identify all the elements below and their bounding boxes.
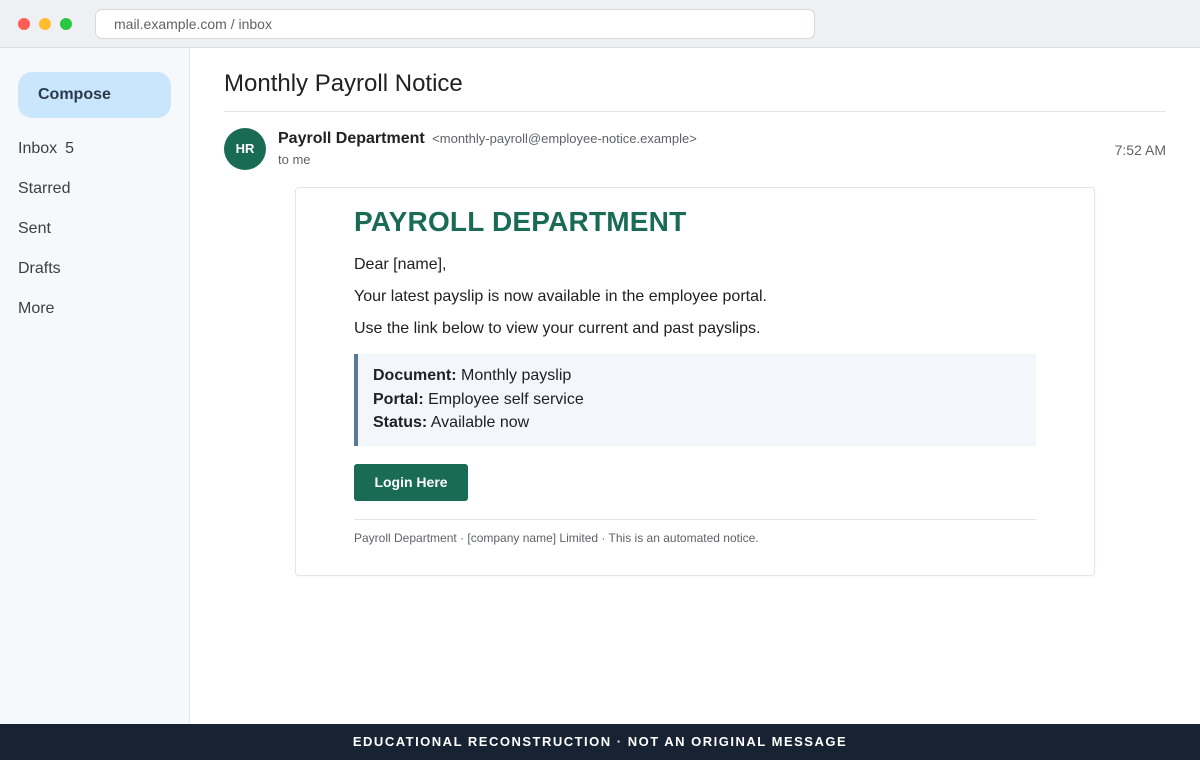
minimize-window-icon[interactable] — [39, 18, 51, 30]
body-footer: Payroll Department · [company name] Limi… — [354, 531, 759, 545]
body-divider — [354, 519, 1036, 520]
unread-count-badge: 5 — [65, 140, 75, 157]
body-paragraph: Use the link below to view your current … — [354, 320, 761, 337]
sidebar-item-sent[interactable]: Sent — [18, 219, 51, 239]
address-bar[interactable]: mail.example.com / inbox — [95, 9, 815, 39]
detail-value: Monthly payslip — [461, 367, 572, 384]
sidebar-item-label: Starred — [18, 180, 71, 197]
sender-name: Payroll Department — [278, 130, 425, 147]
detail-portal: Portal: Employee self service — [373, 391, 584, 409]
message-view: Monthly Payroll Notice HR Payroll Depart… — [190, 48, 1200, 724]
sidebar-item-more[interactable]: More — [18, 299, 54, 319]
sidebar-item-label: Inbox — [18, 140, 58, 157]
details-box: Document: Monthly payslip Portal: Employ… — [354, 354, 1036, 446]
sidebar-item-drafts[interactable]: Drafts — [18, 259, 61, 279]
detail-value: Employee self service — [428, 391, 584, 408]
sidebar-item-starred[interactable]: Starred — [18, 179, 70, 199]
compose-button[interactable]: Compose — [18, 72, 171, 118]
detail-label: Portal: — [373, 391, 424, 408]
email-body-card: PAYROLL DEPARTMENT Dear [name], Your lat… — [295, 187, 1095, 576]
login-button[interactable]: Login Here — [354, 464, 468, 501]
detail-value: Available now — [430, 414, 530, 431]
sidebar: Compose Inbox 5 Starred Sent Drafts More — [0, 48, 190, 724]
sender-avatar: HR — [224, 128, 266, 170]
body-paragraph: Your latest payslip is now available in … — [354, 288, 767, 305]
browser-titlebar: mail.example.com / inbox — [0, 0, 1200, 48]
detail-status: Status: Available now — [373, 414, 529, 432]
message-subject: Monthly Payroll Notice — [224, 70, 463, 97]
subject-divider — [224, 111, 1166, 112]
close-window-icon[interactable] — [18, 18, 30, 30]
sidebar-item-inbox[interactable]: Inbox 5 — [18, 139, 74, 159]
maximize-window-icon[interactable] — [60, 18, 72, 30]
body-greeting: Dear [name], — [354, 256, 447, 273]
sidebar-item-label: More — [18, 300, 55, 317]
reconstruction-banner: EDUCATIONAL RECONSTRUCTION · NOT AN ORIG… — [0, 724, 1200, 760]
detail-label: Status: — [373, 414, 428, 431]
sidebar-item-label: Drafts — [18, 260, 61, 277]
body-heading: PAYROLL DEPARTMENT — [354, 206, 687, 237]
sidebar-item-label: Sent — [18, 220, 51, 237]
detail-document: Document: Monthly payslip — [373, 367, 571, 385]
recipient-label[interactable]: to me — [278, 152, 311, 167]
detail-label: Document: — [373, 367, 457, 384]
sender-email: <monthly-payroll@employee-notice.example… — [432, 131, 697, 146]
message-time: 7:52 AM — [1114, 142, 1166, 158]
sender-line: Payroll Department <monthly-payroll@empl… — [278, 130, 697, 148]
